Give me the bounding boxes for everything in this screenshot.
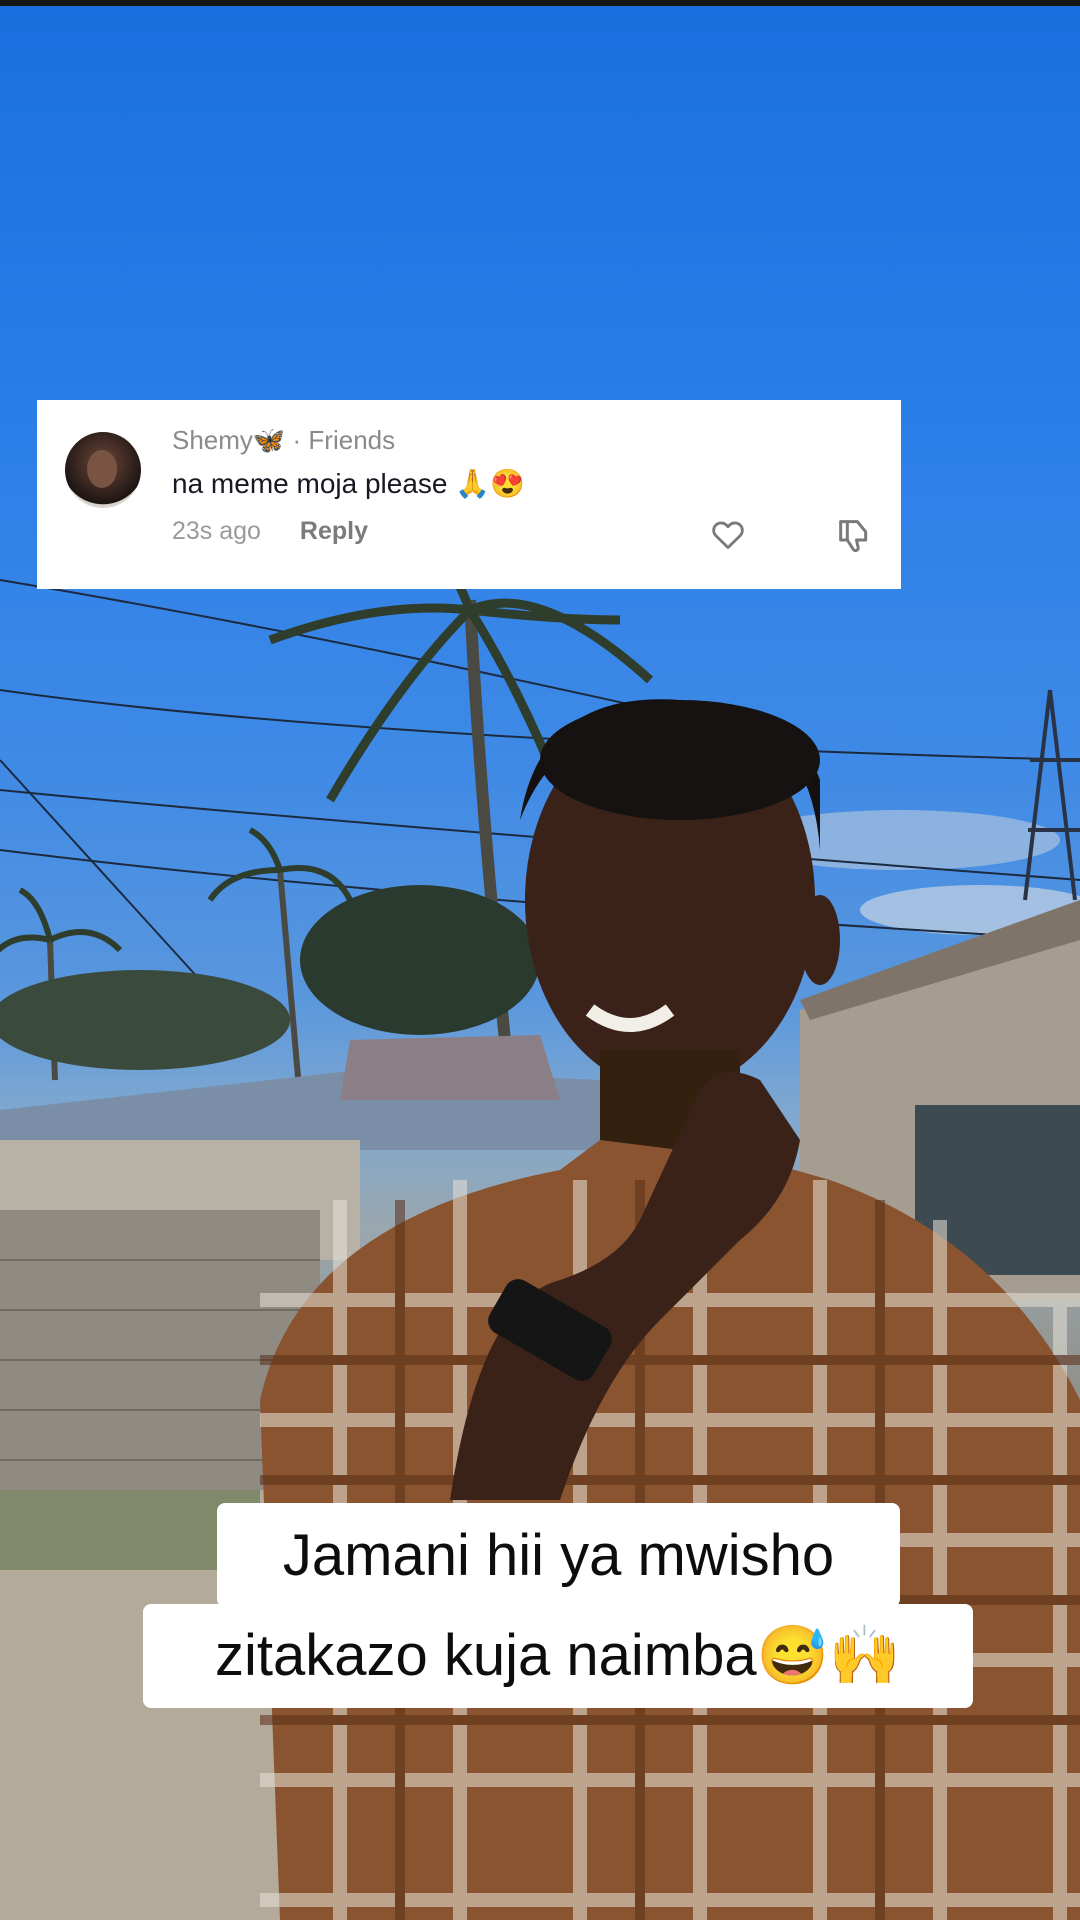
comment-timestamp: 23s ago [172,517,261,545]
caption-line-1: Jamani hii ya mwisho [217,1503,900,1607]
caption-line-2: zitakazo kuja naimba😅🙌 [143,1604,973,1708]
video-background: Shemy🦋 · Friends na meme moja please 🙏😍 … [0,0,1080,1920]
commenter-avatar[interactable] [65,432,141,508]
comment-meta: 23s ago Reply [172,517,368,546]
comment-text: na meme moja please 🙏😍 [172,468,525,499]
thumbs-down-icon[interactable] [834,515,874,555]
avatar-face [87,450,117,488]
comment-reply-card[interactable]: Shemy🦋 · Friends na meme moja please 🙏😍 … [37,400,901,589]
heart-icon[interactable] [709,515,747,553]
commenter-username[interactable]: Shemy🦋 [172,425,285,455]
reply-button[interactable]: Reply [300,517,368,545]
commenter-relation: · Friends [292,425,396,455]
comment-header: Shemy🦋 · Friends [172,425,395,456]
